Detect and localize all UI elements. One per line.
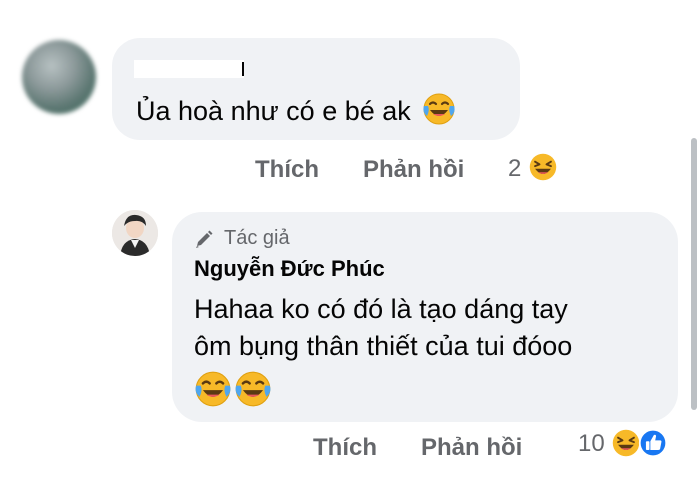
like-button[interactable]: Thích xyxy=(255,156,319,184)
author-avatar[interactable] xyxy=(112,210,158,256)
laughing-tears-icon xyxy=(194,370,232,413)
reply-text-line-2: ôm bụng thân thiết của tui đóoo xyxy=(194,331,573,361)
commenter-avatar[interactable] xyxy=(22,40,96,114)
reply-button[interactable]: Phản hồi xyxy=(363,156,464,184)
laughing-tears-icon xyxy=(234,370,272,413)
author-name[interactable]: Nguyễn Đức Phúc xyxy=(194,256,385,282)
reaction-count: 2 xyxy=(508,155,522,182)
reaction-summary[interactable]: 2 xyxy=(508,152,558,187)
reaction-summary[interactable]: 10 xyxy=(578,428,668,463)
like-button[interactable]: Thích xyxy=(313,434,377,462)
author-badge-label: Tác giả xyxy=(224,227,290,249)
reply-button[interactable]: Phản hồi xyxy=(421,434,522,462)
redacted-commenter-name xyxy=(134,60,244,78)
text-cursor-mark xyxy=(242,62,244,76)
scrollbar-thumb[interactable] xyxy=(691,138,697,410)
author-photo-icon xyxy=(112,210,158,256)
haha-reaction-icon xyxy=(528,152,558,187)
like-reaction-icon xyxy=(638,428,668,463)
author-badge: Tác giả xyxy=(196,227,290,250)
comment-text: Ủa hoà như có e bé ak xyxy=(136,92,456,134)
comment-text-content: Ủa hoà như có e bé ak xyxy=(136,96,411,126)
reaction-count: 10 xyxy=(578,430,605,457)
reply-emojis xyxy=(194,370,272,413)
reply-text-line-1: Hahaa ko có đó là tạo dáng tay xyxy=(194,294,568,324)
laughing-tears-icon xyxy=(422,92,456,134)
